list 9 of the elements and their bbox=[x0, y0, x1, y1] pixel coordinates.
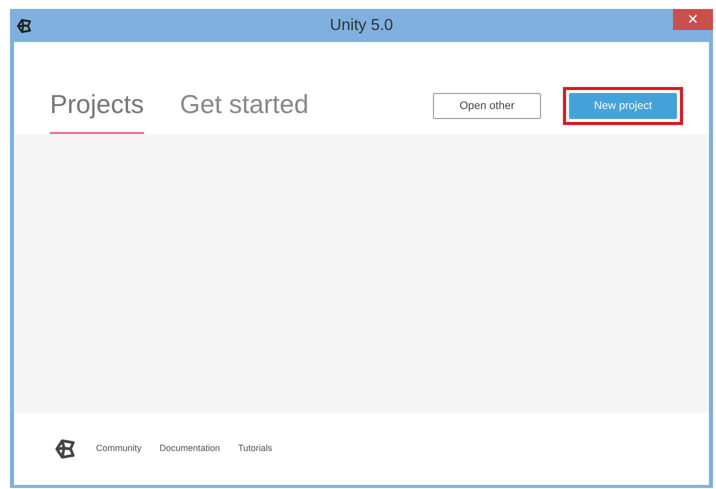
unity-logo-icon bbox=[54, 438, 76, 460]
footer-link[interactable]: Tutorials bbox=[238, 442, 272, 456]
tab[interactable]: Get started bbox=[180, 85, 309, 134]
close-button[interactable]: ✕ bbox=[673, 9, 713, 30]
footer-link[interactable]: Documentation bbox=[160, 442, 220, 456]
footer-link[interactable]: Community bbox=[96, 442, 142, 456]
open-button[interactable]: Open other bbox=[433, 93, 541, 119]
window-title: Unity 5.0 bbox=[330, 16, 394, 36]
unity-logo-icon bbox=[16, 18, 32, 34]
